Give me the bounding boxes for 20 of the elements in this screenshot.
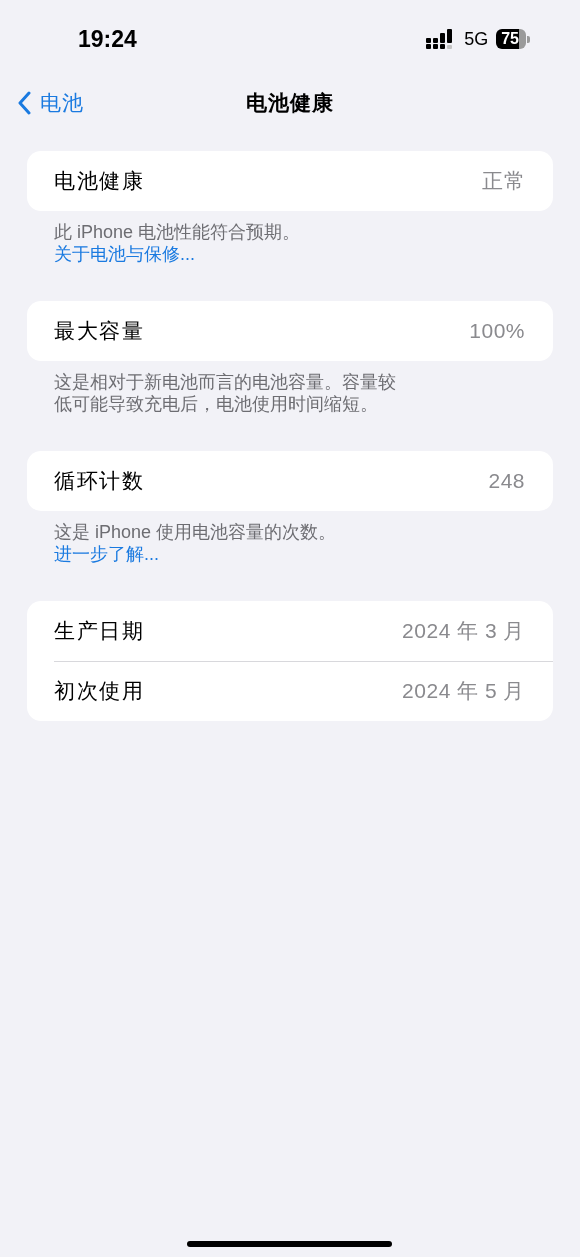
section-footnote: 此 iPhone 电池性能符合预期。 关于电池与保修... [54, 221, 302, 265]
row-label: 电池健康 [54, 168, 144, 194]
footnote-link[interactable]: 关于电池与保修... [54, 244, 195, 264]
page-title: 电池健康 [246, 91, 334, 114]
row-label: 初次使用 [54, 678, 144, 704]
row-value: 248 [488, 469, 525, 493]
row-value: 2024 年 5 月 [402, 678, 525, 704]
row-label: 循环计数 [54, 468, 144, 494]
row-label: 最大容量 [54, 318, 144, 344]
network-label: 5G [464, 28, 489, 50]
row-value: 2024 年 3 月 [402, 618, 525, 644]
row-value: 正常 [482, 168, 525, 194]
row-label: 生产日期 [54, 618, 144, 644]
back-chevron-icon [17, 91, 31, 115]
back-button[interactable]: 电池 [17, 89, 84, 117]
section-footnote: 这是相对于新电池而言的电池容量。容量较低可能导致充电后，电池使用时间缩短。 [54, 371, 397, 415]
status-time: 19:24 [78, 25, 137, 53]
row-value: 100% [469, 319, 525, 343]
footnote-link[interactable]: 进一步了解... [54, 544, 159, 564]
section-footnote: 这是 iPhone 使用电池容量的次数。 进一步了解... [54, 521, 338, 565]
